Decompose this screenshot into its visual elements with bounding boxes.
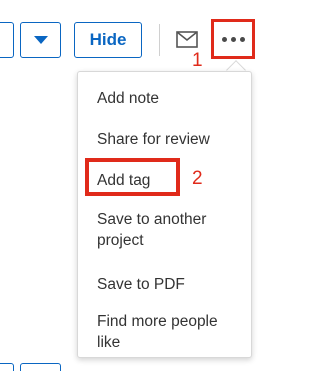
menu-item-add-note[interactable]: Add note <box>97 88 159 109</box>
bottom-partial-caret-button[interactable] <box>20 363 61 371</box>
annotation-highlight-add-tag <box>85 158 180 196</box>
more-icon <box>221 36 227 42</box>
bottom-partial-button[interactable] <box>0 363 14 371</box>
annotation-step-2: 2 <box>192 168 203 189</box>
menu-item-save-to-another-project[interactable]: Save to another project <box>97 209 237 251</box>
toolbar-divider <box>159 24 160 56</box>
menu-item-save-to-pdf[interactable]: Save to PDF <box>97 274 185 295</box>
chevron-down-icon <box>33 36 48 44</box>
dropdown-caret-button[interactable] <box>20 22 61 58</box>
more-options-button[interactable] <box>211 19 255 59</box>
menu-item-find-more-people-like[interactable]: Find more people like <box>97 311 237 353</box>
annotation-step-1: 1 <box>192 50 203 71</box>
more-options-menu: Add note Share for review Add tag Save t… <box>77 71 252 358</box>
hide-button-label: Hide <box>89 30 127 49</box>
more-icon-dot <box>239 36 245 42</box>
partial-action-button[interactable] <box>0 22 14 58</box>
hide-button[interactable]: Hide <box>74 22 142 58</box>
menu-item-share-for-review[interactable]: Share for review <box>97 129 210 150</box>
more-icon-dot <box>230 36 236 42</box>
